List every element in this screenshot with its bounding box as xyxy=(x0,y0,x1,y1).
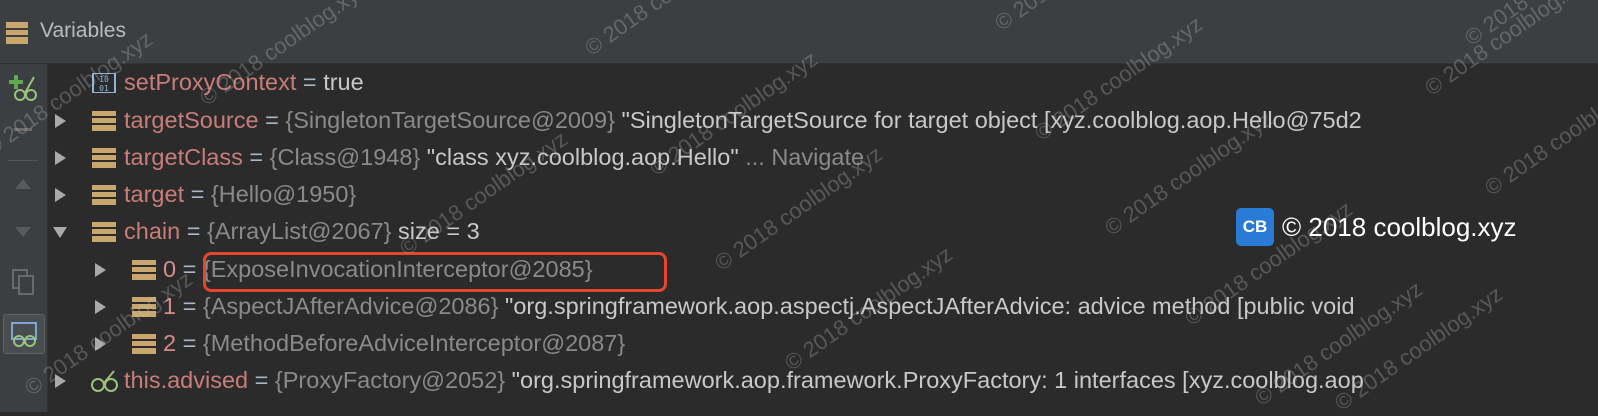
variable-value: "org.springframework.aop.aspectj.AspectJ… xyxy=(498,293,1355,319)
move-down-button[interactable] xyxy=(3,216,43,248)
variable-type: {AspectJAfterAdvice@2086} xyxy=(202,293,499,319)
variable-name: targetClass xyxy=(124,144,243,170)
copy-button[interactable] xyxy=(3,266,43,298)
variable-type: {SingletonTargetSource@2009} xyxy=(285,107,615,133)
svg-text:01: 01 xyxy=(99,84,109,93)
variable-type: {Hello@1950} xyxy=(210,181,357,207)
highlight-box xyxy=(203,252,667,292)
variable-name: this.advised xyxy=(124,367,249,393)
variable-name: 2 xyxy=(163,330,177,356)
remove-watch-button[interactable] xyxy=(3,114,43,146)
object-fields-icon xyxy=(92,111,116,131)
variable-type: {MethodBeforeAdviceInterceptor@2087} xyxy=(202,330,626,356)
object-fields-icon xyxy=(92,222,116,242)
watch-glasses-icon xyxy=(91,370,118,392)
watch-glasses-icon xyxy=(11,322,37,347)
watches-toggle-button[interactable] xyxy=(3,314,45,354)
variable-name: 1 xyxy=(163,293,177,319)
equals-sign: = xyxy=(296,69,324,95)
object-fields-icon xyxy=(132,260,156,280)
object-fields-icon xyxy=(132,334,156,354)
equals-sign: = xyxy=(258,107,286,133)
variable-size: size = 3 xyxy=(391,218,480,244)
equals-sign: = xyxy=(184,181,211,207)
variable-row[interactable]: 2 = {MethodBeforeAdviceInterceptor@2087} xyxy=(50,325,1598,362)
equals-sign: = xyxy=(242,144,270,170)
triangle-down-icon xyxy=(15,227,31,237)
object-fields-icon xyxy=(132,297,156,317)
expand-arrow-icon[interactable] xyxy=(52,176,68,213)
variables-panel-header: Variables xyxy=(0,0,1598,64)
minus-icon xyxy=(14,128,32,131)
expand-arrow-icon[interactable] xyxy=(92,325,108,362)
panel-title: Variables xyxy=(40,19,126,42)
svg-text:10: 10 xyxy=(99,75,109,84)
variable-row[interactable]: 10 01 setProxyContext = true xyxy=(50,64,1598,101)
collapse-arrow-icon[interactable] xyxy=(52,213,68,250)
variables-grid-icon xyxy=(6,22,28,44)
variable-value: "org.springframework.aop.framework.Proxy… xyxy=(505,367,1364,393)
toolbar-separator xyxy=(8,160,38,161)
equals-sign: = xyxy=(176,256,203,282)
copy-icon xyxy=(12,269,34,295)
expand-arrow-icon[interactable] xyxy=(92,251,108,288)
variable-value: "SingletonTargetSource for target object… xyxy=(614,107,1362,133)
variable-name: target xyxy=(124,181,185,207)
variable-row[interactable]: targetSource = {SingletonTargetSource@20… xyxy=(50,102,1598,139)
variable-name: setProxyContext xyxy=(124,69,297,95)
variable-value: true xyxy=(323,69,364,95)
binary-icon: 10 01 xyxy=(92,73,116,93)
variable-name: 0 xyxy=(163,256,177,282)
variable-type: {ArrayList@2067} xyxy=(206,218,392,244)
equals-sign: = xyxy=(248,367,275,393)
watermark-badge: CB © 2018 coolblog.xyz xyxy=(1236,205,1517,249)
expand-arrow-icon[interactable] xyxy=(52,139,68,176)
equals-sign: = xyxy=(176,330,203,356)
debugger-toolbar xyxy=(0,64,48,412)
object-fields-icon xyxy=(92,185,116,205)
equals-sign: = xyxy=(180,218,207,244)
object-fields-icon xyxy=(92,148,116,168)
triangle-up-icon xyxy=(15,179,31,189)
expand-arrow-icon[interactable] xyxy=(52,102,68,139)
expand-arrow-icon[interactable] xyxy=(92,288,108,325)
coolblog-logo: CB xyxy=(1236,208,1274,246)
variable-type: {Class@1948} xyxy=(269,144,421,170)
expand-arrow-icon[interactable] xyxy=(52,362,68,399)
watermark-badge-text: © 2018 coolblog.xyz xyxy=(1282,211,1517,242)
variable-row[interactable]: 1 = {AspectJAfterAdvice@2086} "org.sprin… xyxy=(50,288,1598,325)
add-watch-icon xyxy=(9,75,37,101)
move-up-button[interactable] xyxy=(3,168,43,200)
watch-row[interactable]: this.advised = {ProxyFactory@2052} "org.… xyxy=(50,362,1598,399)
variable-value: "class xyz.coolblog.aop.Hello" xyxy=(420,144,739,170)
variable-type: {ProxyFactory@2052} xyxy=(274,367,506,393)
variable-row[interactable]: targetClass = {Class@1948} "class xyz.co… xyxy=(50,139,1598,176)
variable-name: chain xyxy=(124,218,181,244)
equals-sign: = xyxy=(176,293,203,319)
navigate-link[interactable]: ... Navigate xyxy=(739,144,864,170)
new-watch-button[interactable] xyxy=(3,72,43,104)
variable-name: targetSource xyxy=(124,107,259,133)
